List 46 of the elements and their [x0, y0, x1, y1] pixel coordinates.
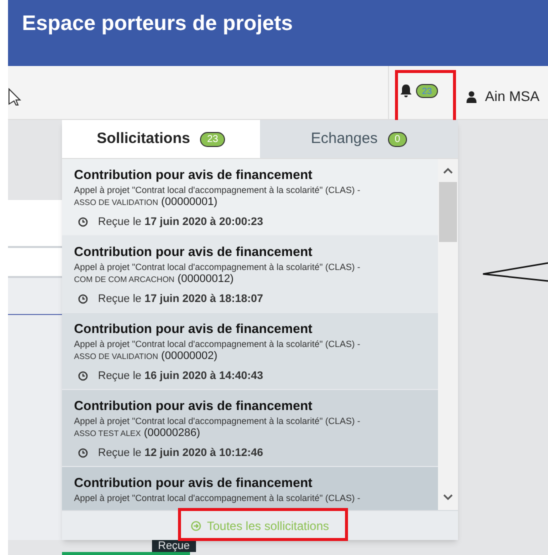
received-date: Reçue le 17 juin 2020 à 18:18:07 [98, 292, 264, 307]
item-title: Contribution pour avis de financement [74, 398, 314, 414]
clock-icon [78, 217, 88, 228]
item-description: Appel à projet "Contrat local d'accompagnement à la scolarité" (CLAS) - [74, 415, 362, 427]
organization-name: COM DE COM ARCACHON [74, 274, 174, 286]
request-item[interactable]: Contribution pour avis de financement Appel à projet "Contrat local d'accompagnement à la scolarité" (CLAS) - ASSO DE VALIDATION (00000002) Reçue le 16 juin 2020 à 14:40:43 [62, 313, 438, 390]
clock-icon [78, 294, 88, 304]
reference-number: (00000286) [144, 427, 200, 440]
item-description: Appel à projet "Contrat local d'accompagnement à la scolarité" (CLAS) - [74, 492, 362, 504]
item-title: Contribution pour avis de financement [74, 475, 314, 491]
item-description: Appel à projet "Contrat local d'accompagnement à la scolarité" (CLAS) - [74, 338, 362, 350]
app-title: Espace porteurs de projets [22, 11, 293, 37]
organization-name: ASSO DE VALIDATION [74, 197, 158, 209]
tab[interactable]: Sollicitations 23 [62, 120, 260, 158]
status-label: Reçue [152, 540, 196, 552]
scroll-thumb[interactable] [439, 182, 457, 242]
reference-number: (00000001) [161, 196, 218, 209]
tab[interactable]: Echanges 0 [260, 120, 458, 158]
arrow-circle-icon [190, 520, 201, 530]
count-badge: 23 [200, 132, 226, 146]
scroll-up-icon[interactable] [443, 167, 453, 174]
request-item[interactable]: Contribution pour avis de financement Appel à projet "Contrat local d'accompagnement à la scolarité" (CLAS) - ASSO DE VALIDATION (00000001) Reçue le 17 juin 2020 à 20:00:23 [62, 159, 438, 236]
item-description: Appel à projet "Contrat local d'accompagnement à la scolarité" (CLAS) - [74, 261, 362, 273]
reference-number: (00000002) [161, 350, 218, 363]
scroll-down-icon[interactable] [443, 494, 453, 501]
item-title: Contribution pour avis de financement [74, 167, 314, 183]
user-name[interactable]: Ain MSA [485, 86, 540, 107]
scrollbar[interactable] [438, 159, 458, 510]
received-date: Reçue le 16 juin 2020 à 14:40:43 [98, 369, 264, 384]
bell-icon[interactable] [400, 84, 412, 98]
user-icon [466, 90, 477, 102]
request-item[interactable]: Contribution pour avis de financement Appel à projet "Contrat local d'accompagnement à la scolarité" (CLAS) - COM DE COM ARCACHON (00000012) Reçue le 17 juin 2020 à 18:18:07 [62, 236, 438, 313]
clock-icon [78, 448, 88, 458]
request-item[interactable]: Contribution pour avis de financement Appel à projet "Contrat local d'accompagnement à la scolarité" (CLAS) - [62, 467, 438, 510]
clock-icon [78, 371, 88, 382]
received-date: Reçue le 17 juin 2020 à 20:00:23 [98, 215, 264, 230]
count-badge: 0 [388, 132, 408, 146]
item-description: Appel à projet "Contrat local d'accompagnement à la scolarité" (CLAS) - [74, 184, 362, 196]
received-date: Reçue le 12 juin 2020 à 10:12:46 [98, 446, 264, 461]
reference-number: (00000012) [177, 273, 234, 286]
notification-count: 23 [416, 84, 438, 98]
request-item[interactable]: Contribution pour avis de financement Appel à projet "Contrat local d'accompagnement à la scolarité" (CLAS) - ASSO TEST ALEX (00000286) Reçue le 12 juin 2020 à 10:12:46 [62, 390, 438, 467]
item-title: Contribution pour avis de financement [74, 321, 314, 337]
organization-name: ASSO DE VALIDATION [74, 351, 158, 363]
item-title: Contribution pour avis de financement [74, 244, 314, 260]
organization-name: ASSO TEST ALEX [74, 428, 141, 440]
